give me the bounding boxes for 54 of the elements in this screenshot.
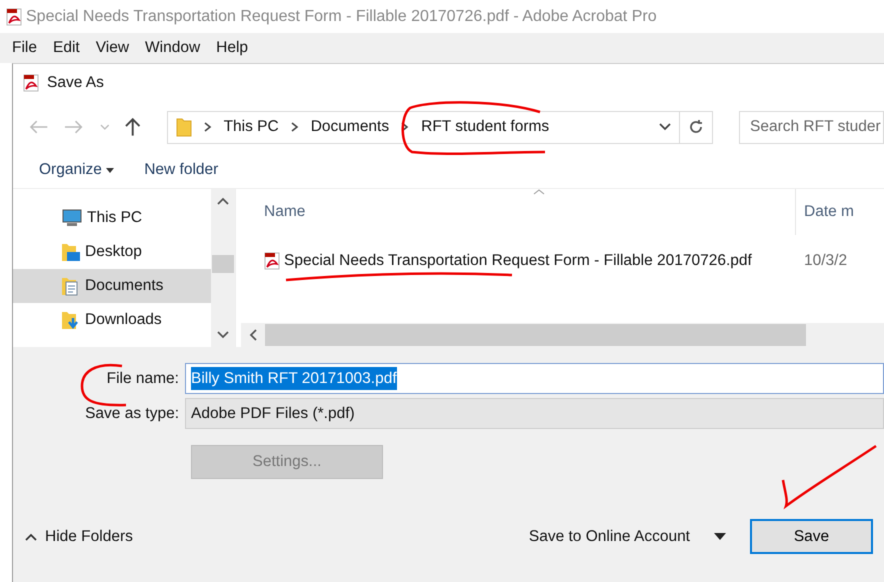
hide-folders-button[interactable]: Hide Folders: [25, 524, 133, 548]
chevron-icon: [401, 122, 410, 132]
pdf-icon: [6, 8, 22, 26]
window-title: Special Needs Transportation Request Form - Fillable 20170726.pdf - Adobe Acrobat Pro: [26, 6, 657, 26]
caret-icon: [106, 168, 114, 173]
breadcrumb-item[interactable]: Documents: [310, 115, 390, 139]
scroll-thumb[interactable]: [212, 255, 234, 273]
nav-item[interactable]: This PC: [13, 201, 211, 235]
scroll-left-icon[interactable]: [249, 329, 257, 341]
menu-item[interactable]: File: [4, 36, 45, 60]
horizontal-scrollbar[interactable]: [241, 323, 884, 347]
toolbar-button[interactable]: New folder: [144, 158, 218, 182]
chevron-up-icon: [25, 532, 37, 540]
back-arrow-icon[interactable]: [29, 120, 48, 134]
menu-item[interactable]: Window: [137, 36, 208, 60]
save-button[interactable]: Save: [750, 519, 873, 554]
computer-icon: [61, 209, 83, 227]
scroll-up-icon[interactable]: [217, 197, 229, 205]
menu-item[interactable]: Edit: [44, 36, 88, 60]
nav-item[interactable]: Desktop: [13, 235, 211, 269]
desktop-folder-icon: [61, 242, 81, 262]
chevron-icon: [204, 122, 212, 132]
downloads-folder-icon: [61, 310, 81, 330]
toolbar-button[interactable]: Organize: [39, 158, 114, 182]
folder-icon: [176, 117, 192, 138]
caret-icon: [714, 533, 726, 540]
menu-item[interactable]: Help: [208, 36, 256, 60]
column-header[interactable]: Date m: [796, 200, 854, 224]
file-date: 10/3/2: [803, 251, 848, 272]
dialog-title: Save As: [47, 73, 104, 94]
chevron-icon: [290, 122, 299, 132]
pdf-icon: [23, 74, 39, 92]
nav-item[interactable]: Documents: [13, 269, 211, 303]
breadcrumb-item[interactable]: This PC: [224, 115, 279, 139]
scroll-down-icon[interactable]: [217, 331, 229, 339]
file-type-dropdown[interactable]: Adobe PDF Files (*.pdf): [185, 398, 884, 429]
nav-item[interactable]: Downloads: [13, 303, 211, 337]
refresh-icon[interactable]: [688, 119, 704, 135]
online-account-button[interactable]: Save to Online Account: [528, 524, 726, 548]
file-name[interactable]: Special Needs Transportation Request Form - Fillable 20170726.pdf: [284, 249, 752, 273]
dropdown-caret-icon[interactable]: [659, 123, 672, 131]
up-arrow-icon[interactable]: [125, 117, 141, 137]
menu-item[interactable]: View: [88, 36, 138, 60]
scrollbar[interactable]: [211, 189, 235, 347]
breadcrumb-item[interactable]: RFT student forms: [421, 115, 550, 139]
pdf-file-icon: [264, 252, 280, 270]
field-label: Save as type:: [85, 404, 179, 422]
file-name-field[interactable]: Billy Smith RFT 20171003.pdf: [185, 363, 884, 394]
column-header[interactable]: Name: [236, 189, 796, 235]
field-label: File name:: [106, 370, 179, 387]
address-bar[interactable]: This PC Documents RFT student forms: [166, 110, 714, 144]
scroll-thumb[interactable]: [265, 324, 806, 346]
forward-arrow-icon[interactable]: [64, 120, 84, 134]
search-field[interactable]: Search RFT studer: [739, 110, 884, 144]
